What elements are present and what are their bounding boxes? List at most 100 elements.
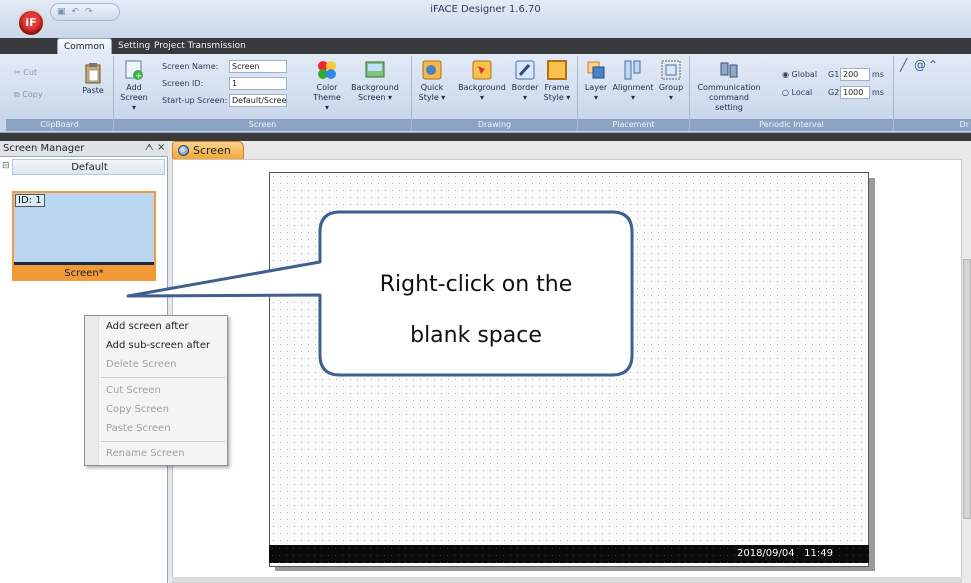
add-screen-icon: + [125,60,143,81]
tab-screen[interactable]: Screen [172,141,244,159]
alignment-button[interactable]: Alignment ▾ [610,59,656,103]
frame-style-dropdown-label: Style ▾ [543,93,571,102]
color-theme-label: Color [316,83,338,92]
add-screen-button[interactable]: + Add Screen ▾ [118,59,150,113]
group-drawing: Quick Style ▾ Background ▾ Border ▾ Frame … [412,56,578,131]
cut-label: Cut [23,68,38,77]
ribbon-tab-bar: Common Setting Project Transmission [0,38,971,54]
screen-id-stepper[interactable]: 1 [229,77,287,90]
screen-thumbnail-label[interactable]: Screen* [12,267,156,281]
startup-screen-select[interactable]: Default/Scree [229,94,287,107]
screen-id-label: Screen ID: [162,79,204,88]
editor-area: Screen 2018/09/04 11:49 [168,141,971,583]
command-setting-label: command setting [709,93,749,112]
menu-delete-screen[interactable]: Delete Screen [106,359,176,370]
local-radio[interactable]: ○ Local [782,88,812,97]
startup-screen-label: Start-up Screen: [162,96,228,105]
frame-style-button[interactable]: Frame Style ▾ [542,59,572,103]
add-screen-dropdown-label: Screen ▾ [120,93,148,112]
group-button[interactable]: Group ▾ [656,59,686,103]
group-label: Group [658,83,684,92]
screen-group-header[interactable]: Default [12,159,165,175]
clipboard-icon [85,63,101,84]
g2-field[interactable]: 1000 [840,86,870,99]
quick-style-label: Quick [420,83,444,92]
communication-command-button[interactable]: Communication command setting [694,59,764,113]
color-theme-dropdown-label: Theme ▾ [313,93,341,112]
menu-separator [101,377,225,378]
frame-style-icon [547,60,567,80]
thumbnail-status-bar [14,262,154,265]
global-label: Global [791,70,818,79]
color-theme-icon [318,61,336,79]
collapse-icon[interactable]: ⊟ [2,161,10,171]
group-label-placement: Placement [578,119,689,131]
g1-unit: ms [872,70,884,79]
group-label-drawing: Drawing [412,119,577,131]
clock-time: 11:49 [804,548,833,559]
background-screen-label: Background [351,83,399,92]
alignment-icon [624,60,641,80]
background-label: Background [458,83,506,92]
group-label-draw: Dr [894,119,971,131]
border-button[interactable]: Border ▾ [510,59,540,103]
menu-rename-screen[interactable]: Rename Screen [106,448,185,459]
g1-field[interactable]: 200 [840,68,870,81]
menu-add-sub-screen-after[interactable]: Add sub-screen after [106,340,210,351]
tab-screen-label: Screen [193,144,231,157]
ribbon: ✂ Cut ⧉ Copy Paste ClipBoard + Add Scree… [0,54,971,133]
border-pen-icon [515,60,535,80]
screen-name-label: Screen Name: [162,62,219,71]
copy-label: Copy [22,90,43,99]
layer-label: Layer [584,83,608,92]
clock-date: 2018/09/04 [736,548,795,559]
pin-icon[interactable]: ᗅ [145,143,153,153]
quick-style-button[interactable]: Quick Style ▾ [416,59,448,103]
global-radio[interactable]: ◉ Global [782,70,817,79]
quick-style-dropdown-label: Style ▾ [418,93,446,102]
quick-style-icon [422,60,442,80]
tab-common[interactable]: Common [57,38,112,54]
paste-label: Paste [82,86,104,95]
polyline-tool-icon[interactable]: ⌃ [928,58,938,72]
screen-thumbnail[interactable]: ID: 1 [12,191,156,267]
group-icon [661,60,681,80]
screen-id-badge: ID: 1 [15,194,45,207]
group-label-clipboard: ClipBoard [6,119,113,131]
menu-copy-screen[interactable]: Copy Screen [106,404,169,415]
screen-name-field[interactable]: Screen [229,60,287,73]
group-label-screen: Screen [114,119,411,131]
group-draw-tools: ╱ @ ⌃ Dr [894,56,971,131]
group-placement: Layer ▾ Alignment ▾ Group ▾ Placement [578,56,690,131]
menu-add-screen-after[interactable]: Add screen after [106,321,189,332]
layer-icon [587,61,605,79]
background-screen-button[interactable]: Background Screen ▾ [348,59,402,103]
copy-button[interactable]: ⧉ Copy [14,90,54,100]
copy-icon: ⧉ [14,90,20,99]
menu-paste-screen[interactable]: Paste Screen [106,423,171,434]
horizontal-scrollbar[interactable] [172,577,962,583]
title-bar: iF ▣ ↶ ↷ iFACE Designer 1.6.70 [0,0,971,38]
background-image-icon [365,61,385,78]
group-periodic-interval: Communication command setting ◉ Global ○… [690,56,894,131]
cut-button[interactable]: ✂ Cut [14,68,46,78]
color-theme-button[interactable]: Color Theme ▾ [310,59,344,113]
scissors-icon: ✂ [14,68,21,77]
vertical-scrollbar[interactable] [961,159,971,583]
canvas-status-bar: 2018/09/04 11:49 [269,545,869,563]
layer-button[interactable]: Layer ▾ [582,59,610,103]
close-icon[interactable]: × [157,142,165,153]
g2-unit: ms [872,88,884,97]
group-screen: + Add Screen ▾ Screen Name: Screen Scree… [114,56,412,131]
screen-canvas[interactable] [269,172,869,567]
line-tool-icon[interactable]: ╱ [900,58,907,72]
communication-label: Communication [697,83,761,92]
menu-cut-screen[interactable]: Cut Screen [106,385,161,396]
window-title: iFACE Designer 1.6.70 [430,4,541,15]
background-button[interactable]: Background ▾ [454,59,510,103]
spiral-tool-icon[interactable]: @ [914,58,926,72]
paste-button[interactable]: Paste [76,62,110,96]
tab-project-transmission[interactable]: Project Transmission [148,38,252,54]
communication-icon [720,62,738,78]
scrollbar-thumb[interactable] [963,259,971,519]
